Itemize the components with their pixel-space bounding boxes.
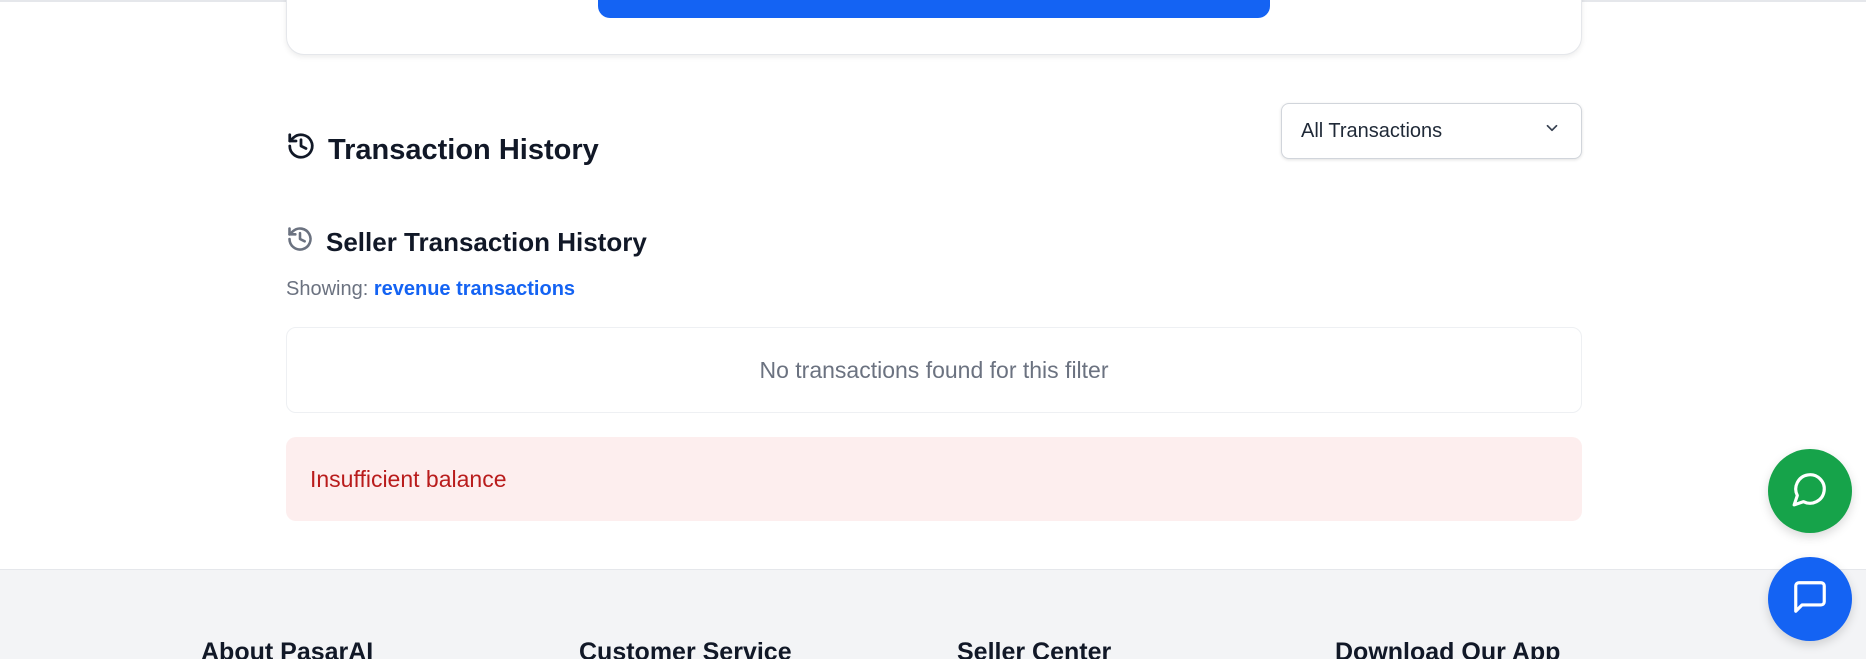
- seller-history-title: Seller Transaction History: [326, 226, 647, 257]
- whatsapp-chat-button[interactable]: [1768, 449, 1852, 533]
- history-icon: [286, 131, 316, 169]
- transaction-history-header: Transaction History: [286, 130, 599, 170]
- transaction-filter-select[interactable]: All Transactions: [1281, 103, 1582, 159]
- showing-label: Showing:: [286, 278, 369, 300]
- empty-state-message: No transactions found for this filter: [759, 356, 1109, 383]
- empty-state: No transactions found for this filter: [286, 327, 1582, 413]
- showing-filter-value: revenue transactions: [373, 278, 576, 300]
- error-alert: Insufficient balance: [286, 437, 1582, 521]
- filter-select-value: All Transactions: [1301, 119, 1443, 142]
- footer-heading-customer-service: Customer Service: [579, 638, 792, 659]
- history-icon: [286, 225, 314, 260]
- top-card: [286, 0, 1582, 55]
- message-square-icon: [1791, 578, 1829, 621]
- live-chat-button[interactable]: [1768, 557, 1852, 641]
- showing-filter-text: Showing: revenue transactions: [286, 278, 575, 301]
- page-title: Transaction History: [328, 133, 599, 166]
- footer-heading-download-app: Download Our App: [1335, 638, 1561, 659]
- seller-history-header: Seller Transaction History: [286, 222, 647, 262]
- footer-heading-about: About PasarAI: [201, 638, 374, 659]
- primary-action-button[interactable]: [598, 0, 1270, 18]
- footer: About PasarAI Customer Service Seller Ce…: [0, 569, 1866, 659]
- error-message: Insufficient balance: [310, 465, 507, 492]
- footer-heading-seller-center: Seller Center: [957, 638, 1112, 659]
- message-circle-icon: [1791, 470, 1829, 513]
- chevron-down-icon: [1543, 119, 1561, 143]
